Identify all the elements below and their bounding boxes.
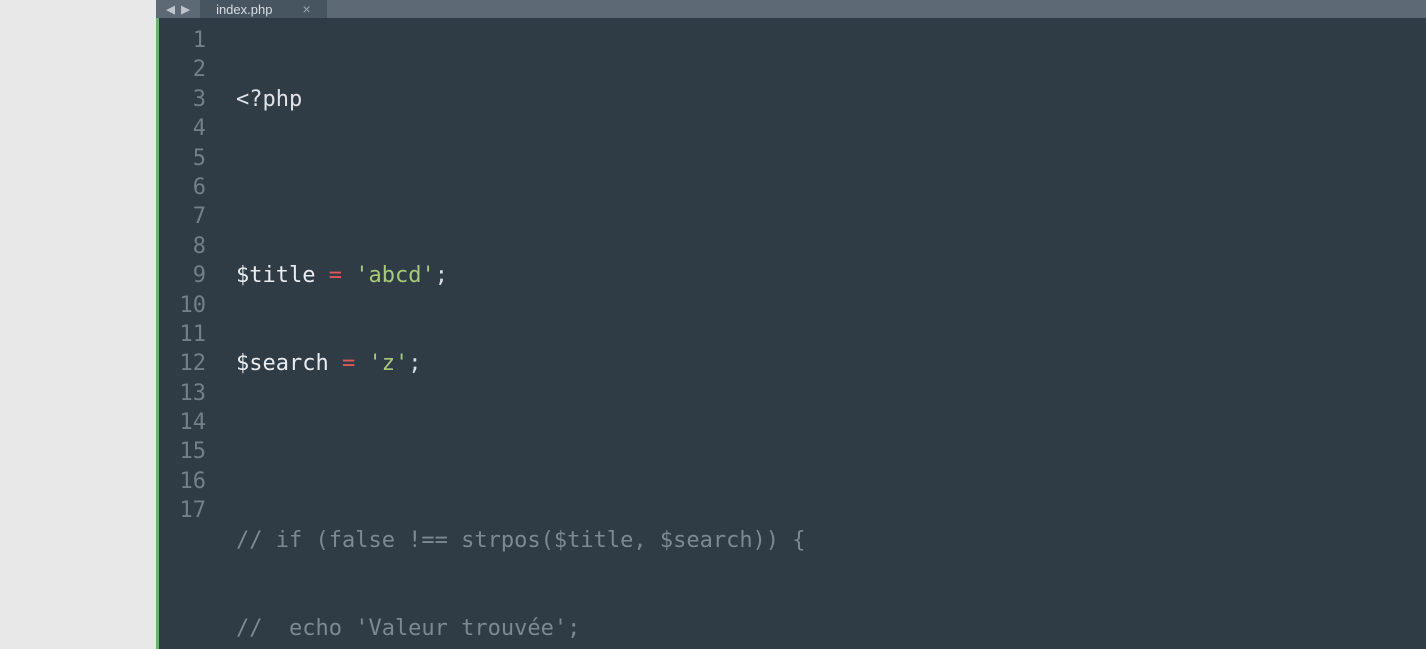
code-surface[interactable]: 1234567891011121314151617 <?php $title =… [156, 18, 1426, 649]
line-number: 16 [159, 467, 206, 496]
code-line: $title = 'abcd'; [236, 261, 1426, 290]
line-number: 10 [159, 291, 206, 320]
php-open-tag: <?php [236, 87, 302, 112]
code-content[interactable]: <?php $title = 'abcd'; $search = 'z'; //… [218, 18, 1426, 649]
tab-filename: index.php [216, 2, 272, 17]
code-line: <?php [236, 85, 1426, 114]
line-number: 4 [159, 114, 206, 143]
line-number: 7 [159, 202, 206, 231]
app-root: ◀ ▶ index.php × 123456789101112131415161… [0, 0, 1426, 649]
line-number: 6 [159, 173, 206, 202]
nav-back-icon[interactable]: ◀ [166, 0, 175, 18]
tab-close-icon[interactable]: × [302, 1, 310, 17]
line-number-gutter: 1234567891011121314151617 [156, 18, 218, 649]
code-line: // if (false !== strpos($title, $search)… [236, 526, 1426, 555]
code-line [236, 173, 1426, 202]
variable: $title [236, 263, 315, 288]
semicolon: ; [435, 263, 448, 288]
line-number: 17 [159, 496, 206, 525]
tab-nav-arrows: ◀ ▶ [156, 0, 200, 18]
line-number: 11 [159, 320, 206, 349]
line-number: 8 [159, 232, 206, 261]
line-number: 5 [159, 144, 206, 173]
code-line: $search = 'z'; [236, 349, 1426, 378]
editor-area: ◀ ▶ index.php × 123456789101112131415161… [156, 0, 1426, 649]
operator: = [329, 263, 342, 288]
line-number: 14 [159, 408, 206, 437]
comment: // echo 'Valeur trouvée'; [236, 616, 580, 641]
string-literal: 'z' [368, 351, 408, 376]
comment: // if (false !== strpos($title, $search)… [236, 528, 806, 553]
tab-index-php[interactable]: index.php × [200, 0, 327, 18]
line-number: 2 [159, 55, 206, 84]
code-line [236, 438, 1426, 467]
line-number: 12 [159, 349, 206, 378]
line-number: 13 [159, 379, 206, 408]
tab-bar: ◀ ▶ index.php × [156, 0, 1426, 18]
nav-forward-icon[interactable]: ▶ [181, 0, 190, 18]
line-number: 15 [159, 437, 206, 466]
string-literal: 'abcd' [355, 263, 434, 288]
line-number: 1 [159, 26, 206, 55]
line-number: 3 [159, 85, 206, 114]
variable: $search [236, 351, 329, 376]
semicolon: ; [408, 351, 421, 376]
window-left-margin [0, 0, 156, 649]
code-line: // echo 'Valeur trouvée'; [236, 614, 1426, 643]
operator: = [342, 351, 355, 376]
line-number: 9 [159, 261, 206, 290]
